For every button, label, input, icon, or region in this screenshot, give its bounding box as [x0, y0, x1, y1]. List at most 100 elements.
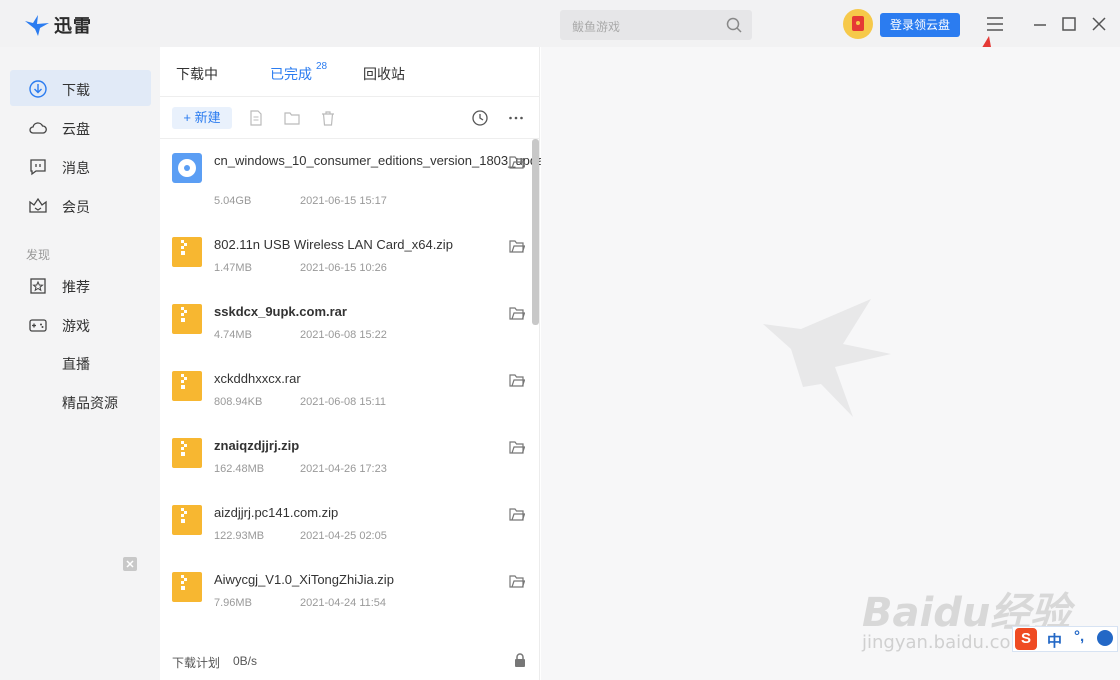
- sidebar-item-label: 云盘: [62, 121, 90, 137]
- tab-recycle-bin[interactable]: 回收站: [363, 64, 405, 84]
- sidebar-close-icon[interactable]: [123, 557, 137, 571]
- sidebar-item-label: 推荐: [62, 279, 90, 295]
- sidebar-item-label: 消息: [62, 160, 90, 176]
- file-size: 1.47MB: [214, 262, 252, 274]
- file-row[interactable]: Aiwycgj_V1.0_XiTongZhiJia.zip 7.96MB 202…: [160, 558, 532, 625]
- toolbar: + 新建: [160, 97, 540, 139]
- file-date: 2021-04-26 17:23: [300, 463, 387, 475]
- zip-file-icon: [172, 572, 202, 602]
- file-date: 2021-04-24 11:54: [300, 597, 387, 609]
- file-size: 7.96MB: [214, 597, 252, 609]
- open-folder-icon[interactable]: [509, 574, 525, 588]
- sidebar-item-live[interactable]: 直播: [62, 354, 90, 374]
- search-icon[interactable]: [726, 17, 742, 33]
- file-name: 802.11n USB Wireless LAN Card_x64.zip: [214, 237, 453, 252]
- sidebar-item-download[interactable]: 下载: [10, 70, 151, 106]
- footer-bar: 下载计划 0B/s: [160, 641, 540, 680]
- zip-file-icon: [172, 438, 202, 468]
- file-date: 2021-06-15 10:26: [300, 262, 387, 274]
- download-icon: [29, 80, 47, 98]
- app-logo: 迅雷: [24, 12, 92, 38]
- sidebar-item-cloud[interactable]: 云盘: [10, 109, 151, 145]
- file-row[interactable]: znaiqzdjjrj.zip 162.48MB 2021-04-26 17:2…: [160, 424, 532, 491]
- download-plan-link[interactable]: 下载计划: [172, 654, 220, 671]
- file-name: xckddhxxcx.rar: [214, 371, 301, 386]
- sidebar-item-premium-resources[interactable]: 精品资源: [62, 393, 118, 413]
- file-name: aizdjjrj.pc141.com.zip: [214, 505, 339, 520]
- baidu-url-watermark: jingyan.baidu.com: [862, 632, 1029, 653]
- file-date: 2021-04-25 02:05: [300, 530, 387, 542]
- red-packet-icon[interactable]: [843, 9, 873, 39]
- file-name: sskdcx_9upk.com.rar: [214, 304, 347, 319]
- star-frame-icon: [30, 278, 46, 294]
- new-task-button[interactable]: + 新建: [172, 107, 232, 129]
- tab-downloading[interactable]: 下载中: [176, 64, 218, 84]
- open-folder-icon[interactable]: [509, 373, 525, 387]
- file-date: 2021-06-08 15:22: [300, 329, 387, 341]
- more-icon[interactable]: [507, 109, 525, 127]
- ime-toolbar[interactable]: S 中 °,: [1012, 626, 1118, 652]
- open-folder-icon[interactable]: [509, 155, 525, 169]
- search-box[interactable]: 鲅鱼游戏: [560, 10, 752, 40]
- file-icon[interactable]: [247, 109, 265, 127]
- file-size: 808.94KB: [214, 396, 263, 408]
- file-size: 4.74MB: [214, 329, 252, 341]
- open-folder-icon[interactable]: [509, 440, 525, 454]
- crown-icon: [29, 197, 47, 213]
- thunder-bird-watermark-icon: [763, 299, 891, 417]
- open-folder-icon[interactable]: [509, 306, 525, 320]
- sidebar-item-label: 游戏: [62, 318, 90, 334]
- sidebar-item-games[interactable]: 游戏: [10, 306, 151, 342]
- disc-image-icon: [172, 153, 202, 183]
- open-folder-icon[interactable]: [509, 239, 525, 253]
- file-row[interactable]: 802.11n USB Wireless LAN Card_x64.zip 1.…: [160, 223, 532, 290]
- file-date: 2021-06-08 15:11: [300, 396, 387, 408]
- delete-icon[interactable]: [319, 109, 337, 127]
- gamepad-icon: [29, 319, 47, 332]
- file-row[interactable]: cn_windows_10_consumer_editions_version_…: [160, 139, 749, 207]
- file-date: 2021-06-15 15:17: [300, 195, 387, 207]
- zip-file-icon: [172, 505, 202, 535]
- emoji-icon[interactable]: [1097, 630, 1113, 646]
- completed-count-badge: 28: [316, 61, 328, 72]
- sogou-logo-icon[interactable]: S: [1015, 628, 1037, 650]
- search-placeholder[interactable]: 鲅鱼游戏: [572, 18, 620, 35]
- ime-language-toggle[interactable]: 中: [1047, 630, 1062, 651]
- file-size: 162.48MB: [214, 463, 265, 475]
- title-bar: 迅雷 鲅鱼游戏 登录领云盘: [0, 0, 1120, 47]
- cloud-icon: [29, 122, 47, 134]
- menu-icon[interactable]: [985, 14, 1005, 34]
- sidebar-item-label: 下载: [62, 82, 90, 98]
- file-row[interactable]: xckddhxxcx.rar 808.94KB 2021-06-08 15:11: [160, 357, 532, 424]
- sidebar-item-recommend[interactable]: 推荐: [10, 267, 151, 303]
- minimize-icon[interactable]: [1030, 14, 1050, 34]
- sidebar-item-vip[interactable]: 会员: [10, 187, 151, 223]
- file-name: znaiqzdjjrj.zip: [214, 438, 300, 453]
- open-folder-icon[interactable]: [509, 507, 525, 521]
- tab-completed[interactable]: 已完成: [270, 64, 312, 84]
- file-size: 5.04GB: [214, 195, 252, 207]
- maximize-icon[interactable]: [1059, 14, 1079, 34]
- sidebar: 下载 云盘 消息 会员 发现 推荐 游戏 直播 精品资源: [0, 47, 160, 680]
- section-discover-label: 发现: [26, 248, 51, 262]
- lock-icon[interactable]: [513, 653, 527, 667]
- file-row[interactable]: aizdjjrj.pc141.com.zip 122.93MB 2021-04-…: [160, 491, 532, 558]
- message-icon: [30, 159, 46, 176]
- download-speed: 0B/s: [233, 654, 258, 668]
- clock-icon[interactable]: [471, 109, 489, 127]
- thunder-bird-icon: [25, 15, 49, 36]
- sidebar-item-messages[interactable]: 消息: [10, 148, 151, 184]
- file-name: cn_windows_10_consumer_editions_version_…: [214, 153, 749, 168]
- login-cloud-button[interactable]: 登录领云盘: [880, 13, 960, 37]
- folder-icon[interactable]: [283, 109, 301, 127]
- file-size: 122.93MB: [214, 530, 265, 542]
- app-name: 迅雷: [54, 16, 92, 36]
- zip-file-icon: [172, 237, 202, 267]
- close-icon[interactable]: [1089, 14, 1109, 34]
- scrollbar[interactable]: [532, 139, 539, 325]
- file-name: Aiwycgj_V1.0_XiTongZhiJia.zip: [214, 572, 394, 587]
- file-row[interactable]: sskdcx_9upk.com.rar 4.74MB 2021-06-08 15…: [160, 290, 532, 357]
- zip-file-icon: [172, 304, 202, 334]
- ime-punctuation-toggle[interactable]: °,: [1074, 628, 1084, 645]
- tab-bar: 下载中 已完成 28 回收站: [160, 47, 540, 97]
